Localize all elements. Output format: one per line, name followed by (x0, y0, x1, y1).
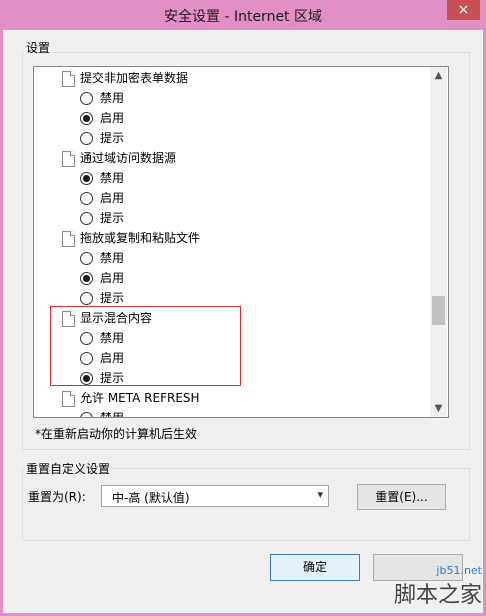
option-label: 禁用 (100, 171, 125, 185)
settings-listbox[interactable]: 提交非加密表单数据 禁用 启用 提示 通过域访问数据源 禁用 启用 提示 拖放或复制和粘贴文件禁… (33, 66, 449, 418)
radio-button[interactable] (80, 212, 93, 225)
setting-item-label: 拖放或复制和粘贴文件 (80, 231, 201, 245)
chevron-up-icon: ▲ (434, 70, 443, 81)
option-label: 提示 (100, 211, 125, 225)
scroll-up-button[interactable]: ▲ (430, 67, 447, 84)
option-label: 禁用 (100, 331, 125, 345)
watermark: jb51.net 脚本之家 (394, 564, 482, 609)
radio-button[interactable] (80, 132, 93, 145)
setting-item-label: 显示混合内容 (80, 311, 153, 325)
radio-button[interactable] (80, 252, 93, 265)
restart-note: *在重新启动你的计算机后生效 (35, 427, 198, 441)
option-label: 启用 (100, 271, 125, 285)
settings-group-label: 设置 (24, 39, 53, 56)
setting-item-label: 通过域访问数据源 (80, 151, 177, 165)
ok-button-label: 确定 (302, 560, 327, 574)
setting-item-label: 提交非加密表单数据 (80, 71, 189, 85)
watermark-logo-text: 脚本之家 (393, 583, 482, 608)
radio-button[interactable] (80, 372, 93, 385)
reset-group-label: 重置自定义设置 (24, 460, 113, 477)
option-label: 提示 (100, 291, 125, 305)
scroll-down-button[interactable]: ▼ (430, 400, 447, 417)
document-icon (62, 231, 75, 247)
ok-button[interactable]: 确定 (270, 554, 360, 581)
setting-item-label: 允许 META REFRESH (80, 391, 200, 405)
chevron-down-icon: ▼ (434, 403, 443, 414)
title-bar: 安全设置 - Internet 区域 × (0, 0, 486, 30)
reset-level-select[interactable]: 中-高 (默认值) ▾ (101, 485, 329, 507)
close-button[interactable]: × (447, 0, 480, 20)
option-label: 启用 (100, 191, 125, 205)
chevron-down-icon: ▾ (317, 488, 323, 501)
option-label: 提示 (100, 371, 125, 385)
document-icon (62, 151, 75, 167)
option-label: 启用 (100, 351, 125, 365)
radio-button[interactable] (80, 192, 93, 205)
option-label: 提示 (100, 131, 125, 145)
settings-list: 提交非加密表单数据 禁用 启用 提示 通过域访问数据源 禁用 启用 提示 拖放或复制和粘贴文件禁… (34, 67, 430, 417)
reset-button[interactable]: 重置(E)... (357, 484, 446, 510)
reset-to-label: 重置为(R): (28, 490, 86, 504)
watermark-url: jb51.net (436, 564, 482, 577)
option-label: 禁用 (100, 251, 125, 265)
close-icon: × (457, 2, 470, 18)
window-title: 安全设置 - Internet 区域 (164, 9, 322, 25)
radio-button[interactable] (80, 412, 93, 417)
radio-button[interactable] (80, 332, 93, 345)
radio-button[interactable] (80, 352, 93, 365)
radio-button[interactable] (80, 112, 93, 125)
document-icon (62, 311, 75, 327)
radio-button[interactable] (80, 272, 93, 285)
vertical-scrollbar[interactable]: ▲ ▼ (430, 67, 447, 417)
option-label: 禁用 (100, 91, 125, 105)
document-icon (62, 391, 75, 407)
option-label: 启用 (100, 111, 125, 125)
reset-level-value: 中-高 (默认值) (112, 491, 190, 505)
option-label: 禁用 (100, 408, 124, 417)
scroll-thumb[interactable] (432, 296, 445, 325)
reset-button-label: 重置(E)... (375, 490, 428, 504)
document-icon (62, 71, 75, 87)
radio-button[interactable] (80, 92, 93, 105)
radio-button[interactable] (80, 172, 93, 185)
radio-button[interactable] (80, 292, 93, 305)
